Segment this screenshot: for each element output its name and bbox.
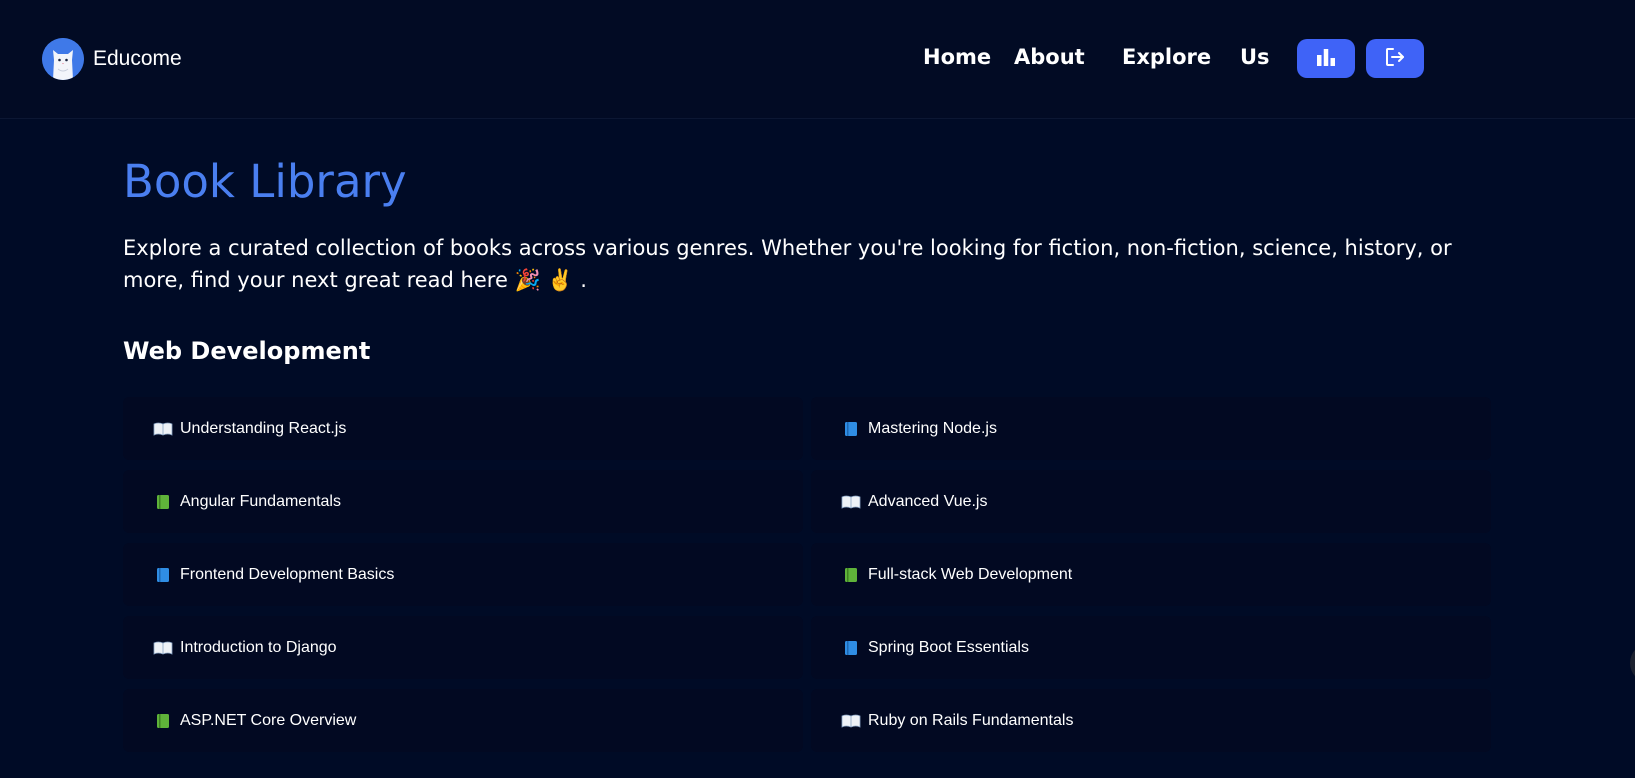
book-card[interactable]: Understanding React.js (123, 397, 803, 460)
cat-avatar-icon (42, 38, 84, 80)
nav-link-home[interactable]: Home (923, 45, 991, 69)
book-card[interactable]: Advanced Vue.js (811, 470, 1491, 533)
brand[interactable]: Educome (42, 38, 182, 80)
floating-action-button[interactable] (1630, 643, 1635, 683)
nav-link-us[interactable]: Us (1240, 45, 1270, 69)
book-title: Spring Boot Essentials (868, 638, 1029, 656)
logout-icon (1384, 46, 1406, 72)
logout-button[interactable] (1366, 39, 1424, 78)
nav-link-explore[interactable]: Explore (1122, 45, 1211, 69)
top-navbar: Educome Home About Explore Us (0, 0, 1635, 119)
book-title: Ruby on Rails Fundamentals (868, 711, 1074, 729)
book-title: Introduction to Django (180, 638, 337, 656)
book-title: Full-stack Web Development (868, 565, 1073, 583)
book-card[interactable]: Spring Boot Essentials (811, 616, 1491, 679)
book-title: Frontend Development Basics (180, 565, 395, 583)
book-title: Mastering Node.js (868, 419, 997, 437)
green-book-icon (153, 494, 173, 510)
brand-name: Educome (93, 47, 182, 70)
blue-book-icon (841, 640, 861, 656)
book-card[interactable]: Angular Fundamentals (123, 470, 803, 533)
book-card[interactable]: Full-stack Web Development (811, 543, 1491, 606)
open-book-icon (841, 713, 861, 729)
book-card[interactable]: Mastering Node.js (811, 397, 1491, 460)
open-book-icon (153, 421, 173, 437)
intro-text: Explore a curated collection of books ac… (123, 236, 1452, 292)
book-card[interactable]: Introduction to Django (123, 616, 803, 679)
book-title: Angular Fundamentals (180, 492, 341, 510)
open-book-icon (153, 640, 173, 656)
green-book-icon (153, 713, 173, 729)
stats-button[interactable] (1297, 39, 1355, 78)
blue-book-icon (841, 421, 861, 437)
book-grid: Understanding React.js Mastering Node.js… (123, 397, 1491, 752)
bar-chart-icon (1315, 47, 1337, 71)
page-title: Book Library (123, 155, 407, 208)
section-title: Web Development (123, 337, 371, 365)
open-book-icon (841, 494, 861, 510)
book-card[interactable]: Ruby on Rails Fundamentals (811, 689, 1491, 752)
book-title: ASP.NET Core Overview (180, 711, 357, 729)
blue-book-icon (153, 567, 173, 583)
book-card[interactable]: ASP.NET Core Overview (123, 689, 803, 752)
nav-link-about[interactable]: About (1014, 45, 1085, 69)
green-book-icon (841, 567, 861, 583)
book-title: Advanced Vue.js (868, 492, 988, 510)
book-card[interactable]: Frontend Development Basics (123, 543, 803, 606)
book-title: Understanding React.js (180, 419, 347, 437)
